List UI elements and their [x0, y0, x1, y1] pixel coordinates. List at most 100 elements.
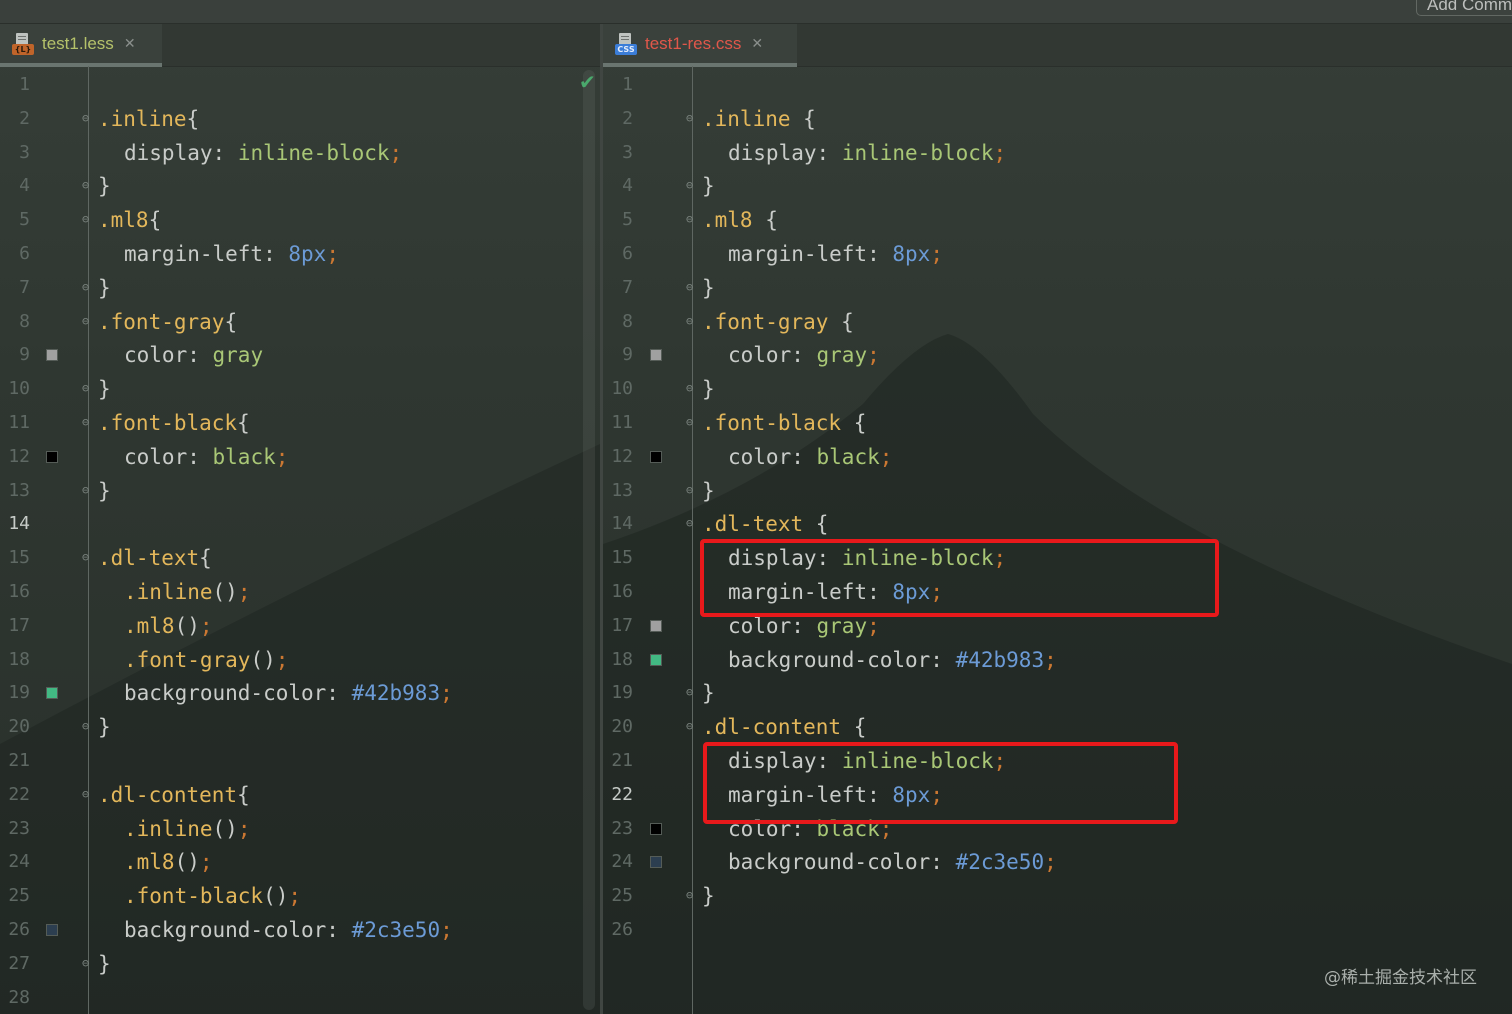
close-icon[interactable]: ✕	[124, 36, 136, 52]
code-token: 8px	[288, 242, 327, 266]
code-line[interactable]: 12 color: black;	[603, 440, 1503, 474]
color-swatch-icon[interactable]	[46, 349, 58, 362]
fold-close-icon[interactable]: ⊖	[82, 381, 93, 396]
editor-pane-left[interactable]: {L} test1.less ✕ 1 2 ⊖ .inline{3 display: in…	[0, 24, 600, 1014]
code-line[interactable]: 9 color: gray;	[603, 338, 1503, 372]
code-line[interactable]: 23 .inline();	[0, 812, 580, 846]
code-line[interactable]: 4 ⊖}	[0, 169, 580, 203]
fold-close-icon[interactable]: ⊖	[686, 381, 697, 396]
color-swatch-icon[interactable]	[650, 619, 662, 632]
code-text: .font-black{	[98, 406, 250, 440]
code-line[interactable]: 25 ⊖}	[603, 879, 1503, 913]
code-line[interactable]: 12 color: black;	[0, 440, 580, 474]
tab-test1-less[interactable]: {L} test1.less ✕	[0, 24, 162, 67]
fold-open-icon[interactable]: ⊖	[82, 212, 93, 227]
code-line[interactable]: 28	[0, 981, 580, 1014]
fold-open-icon[interactable]: ⊖	[82, 111, 93, 126]
code-line[interactable]: 10 ⊖}	[603, 372, 1503, 406]
code-line[interactable]: 5 ⊖ .ml8 {	[603, 203, 1503, 237]
code-line[interactable]: 5 ⊖ .ml8{	[0, 203, 580, 237]
code-line[interactable]: 18 background-color: #42b983;	[603, 643, 1503, 677]
code-line[interactable]: 14	[0, 507, 580, 541]
color-swatch-icon[interactable]	[650, 349, 662, 362]
fold-close-icon[interactable]: ⊖	[686, 178, 697, 193]
code-line[interactable]: 21	[0, 744, 580, 778]
highlight-box-dl-text	[700, 539, 1219, 617]
fold-close-icon[interactable]: ⊖	[686, 888, 697, 903]
color-swatch-icon[interactable]	[650, 856, 662, 869]
code-line[interactable]: 16 .inline();	[0, 575, 580, 609]
code-line[interactable]: 22 ⊖ .dl-content{	[0, 778, 580, 812]
color-swatch-icon[interactable]	[650, 450, 662, 463]
fold-open-icon[interactable]: ⊖	[686, 212, 697, 227]
code-line[interactable]: 27 ⊖}	[0, 947, 580, 981]
fold-close-icon[interactable]: ⊖	[686, 685, 697, 700]
line-number: 13	[611, 479, 633, 501]
code-line[interactable]: 19 background-color: #42b983;	[0, 676, 580, 710]
code-text: .ml8();	[124, 845, 213, 879]
fold-open-icon[interactable]: ⊖	[686, 111, 697, 126]
code-line[interactable]: 7 ⊖}	[0, 271, 580, 305]
color-swatch-icon[interactable]	[46, 450, 58, 463]
fold-close-icon[interactable]: ⊖	[686, 280, 697, 295]
code-line[interactable]: 4 ⊖}	[603, 169, 1503, 203]
code-line[interactable]: 8 ⊖ .font-gray {	[603, 305, 1503, 339]
fold-open-icon[interactable]: ⊖	[82, 415, 93, 430]
fold-open-icon[interactable]: ⊖	[686, 415, 697, 430]
code-token: ;	[930, 242, 943, 266]
code-line[interactable]: 14 ⊖ .dl-text {	[603, 507, 1503, 541]
fold-close-icon[interactable]: ⊖	[82, 719, 93, 734]
fold-open-icon[interactable]: ⊖	[82, 787, 93, 802]
code-line[interactable]: 6 margin-left: 8px;	[0, 237, 580, 271]
code-line[interactable]: 25 .font-black();	[0, 879, 580, 913]
color-swatch-icon[interactable]	[650, 653, 662, 666]
code-line[interactable]: 11 ⊖ .font-black {	[603, 406, 1503, 440]
fold-open-icon[interactable]: ⊖	[82, 550, 93, 565]
code-line[interactable]: 3 display: inline-block;	[603, 136, 1503, 170]
add-comment-button[interactable]: Add Comm	[1416, 0, 1512, 16]
code-line[interactable]: 6 margin-left: 8px;	[603, 237, 1503, 271]
close-icon[interactable]: ✕	[751, 36, 763, 52]
code-line[interactable]: 10 ⊖}	[0, 372, 580, 406]
fold-close-icon[interactable]: ⊖	[82, 178, 93, 193]
code-line[interactable]: 1	[0, 68, 580, 102]
code-token: .font-black	[98, 411, 238, 435]
code-line[interactable]: 2 ⊖ .inline{	[0, 102, 580, 136]
tab-test1-res-css[interactable]: CSS test1-res.css ✕	[603, 24, 797, 67]
color-swatch-icon[interactable]	[46, 687, 58, 700]
code-text: background-color: #42b983;	[124, 676, 453, 710]
code-line[interactable]: 26	[603, 913, 1503, 947]
color-swatch-icon[interactable]	[46, 924, 58, 936]
code-line[interactable]: 7 ⊖}	[603, 271, 1503, 305]
fold-open-icon[interactable]: ⊖	[82, 314, 93, 329]
code-line[interactable]: 13 ⊖}	[0, 474, 580, 508]
code-line[interactable]: 19 ⊖}	[603, 676, 1503, 710]
color-swatch-icon[interactable]	[650, 822, 662, 835]
scrollbar-left[interactable]	[583, 70, 595, 1010]
fold-open-icon[interactable]: ⊖	[686, 516, 697, 531]
code-line[interactable]: 26 background-color: #2c3e50;	[0, 913, 580, 947]
code-line[interactable]: 17 .ml8();	[0, 609, 580, 643]
code-line[interactable]: 2 ⊖ .inline {	[603, 102, 1503, 136]
code-line[interactable]: 11 ⊖ .font-black{	[0, 406, 580, 440]
code-line[interactable]: 3 display: inline-block;	[0, 136, 580, 170]
code-line[interactable]: 20 ⊖ .dl-content {	[603, 710, 1503, 744]
editor-pane-right[interactable]: CSS test1-res.css ✕ 1 2 ⊖ .inline {3 display…	[603, 24, 1512, 1014]
code-line[interactable]: 24 background-color: #2c3e50;	[603, 845, 1503, 879]
code-line[interactable]: 9 color: gray	[0, 338, 580, 372]
fold-close-icon[interactable]: ⊖	[82, 483, 93, 498]
code-line[interactable]: 24 .ml8();	[0, 845, 580, 879]
fold-close-icon[interactable]: ⊖	[686, 483, 697, 498]
fold-open-icon[interactable]: ⊖	[686, 719, 697, 734]
code-line[interactable]: 8 ⊖ .font-gray{	[0, 305, 580, 339]
code-line[interactable]: 13 ⊖}	[603, 474, 1503, 508]
fold-close-icon[interactable]: ⊖	[82, 956, 93, 971]
fold-open-icon[interactable]: ⊖	[686, 314, 697, 329]
fold-close-icon[interactable]: ⊖	[82, 280, 93, 295]
code-text: background-color: #2c3e50;	[124, 913, 453, 947]
code-token: ()	[263, 884, 289, 909]
code-line[interactable]: 20 ⊖}	[0, 710, 580, 744]
code-line[interactable]: 18 .font-gray();	[0, 643, 580, 677]
code-line[interactable]: 1	[603, 68, 1503, 102]
code-line[interactable]: 15 ⊖ .dl-text{	[0, 541, 580, 575]
